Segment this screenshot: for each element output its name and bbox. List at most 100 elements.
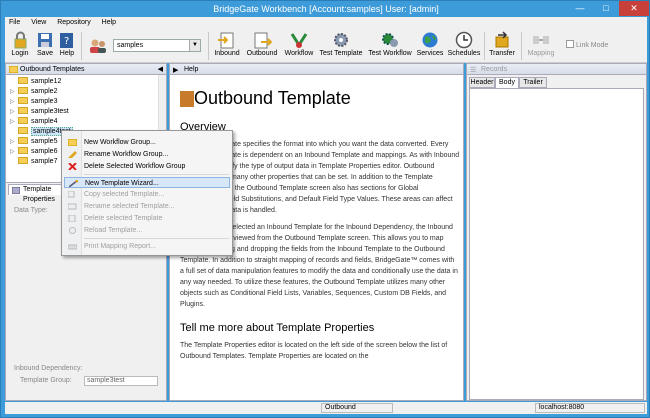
tree-item-sample7[interactable]: sample7 <box>10 157 57 167</box>
login-button[interactable]: Login <box>9 31 31 57</box>
menu-item-new-template-wizard[interactable]: New Template Wizard... <box>64 177 230 188</box>
reload-icon <box>68 227 77 234</box>
checkbox-icon <box>566 40 574 48</box>
status-bar: Outbound localhost:8080 <box>5 402 647 414</box>
mapping-button[interactable]: Mapping <box>526 31 556 57</box>
svg-text:?: ? <box>64 36 69 47</box>
test-template-button[interactable]: Test Template <box>318 31 364 57</box>
rename-icon <box>67 203 77 210</box>
clock-icon <box>454 31 474 49</box>
folder-icon <box>18 87 28 94</box>
menu-item-delete-template[interactable]: Delete selected Template <box>64 213 230 224</box>
toolbar-separator <box>81 32 82 60</box>
tree-item-sample12[interactable]: sample12 <box>10 77 61 87</box>
test-workflow-button[interactable]: Test Workflow <box>367 31 413 57</box>
tab-body[interactable]: Body <box>495 77 519 88</box>
menu-item-print-mapping-report[interactable]: Print Mapping Report... <box>64 241 230 252</box>
records-panel-header: ☰ Records <box>467 64 646 75</box>
menu-item-rename-template[interactable]: Rename selected Template... <box>64 201 230 212</box>
save-button[interactable]: Save <box>35 31 55 57</box>
workflow-button[interactable]: Workflow <box>282 31 316 57</box>
maximize-button[interactable]: □ <box>593 1 619 16</box>
workflow-icon <box>289 31 309 49</box>
link-mode-checkbox[interactable]: Link Mode <box>566 40 608 49</box>
tab-template-properties[interactable]: Template Properties <box>8 184 66 203</box>
copy-icon <box>67 190 77 198</box>
tree-item-sample6[interactable]: ▷ sample6 <box>10 147 57 157</box>
folder-icon <box>18 137 28 144</box>
users-icon <box>88 37 108 57</box>
folder-icon <box>18 97 28 104</box>
toolbar-separator <box>484 32 485 60</box>
lock-icon <box>10 31 30 49</box>
menu-separator <box>84 174 229 175</box>
pencil-icon <box>68 151 77 160</box>
book-icon <box>180 91 194 107</box>
delete-icon <box>68 214 77 223</box>
gears-icon <box>380 31 400 49</box>
templates-panel-header: Outbound Templates ◀ <box>6 64 166 75</box>
title-bar: BridgeGate Workbench [Account:samples] U… <box>1 1 650 17</box>
records-panel: ☰ Records Header Body Trailer <box>466 63 647 401</box>
help-tab-icon: ▶ <box>173 67 179 74</box>
records-icon: ☰ <box>470 67 477 74</box>
folder-icon <box>18 77 28 84</box>
menu-repository[interactable]: Repository <box>57 19 90 26</box>
tab-header[interactable]: Header <box>469 77 495 88</box>
menu-item-copy-template[interactable]: Copy selected Template... <box>64 189 230 200</box>
folder-icon <box>18 107 28 114</box>
chevron-down-icon: ▼ <box>189 40 200 51</box>
outbound-button[interactable]: Outbound <box>245 31 279 57</box>
inbound-button[interactable]: Inbound <box>212 31 242 57</box>
inbound-dependency-label: Inbound Dependency: <box>14 365 83 372</box>
menu-item-new-workflow-group[interactable]: New Workflow Group... <box>64 137 230 148</box>
transfer-button[interactable]: Transfer <box>487 31 517 57</box>
menu-view[interactable]: View <box>31 19 46 26</box>
window-title: BridgeGate Workbench [Account:samples] U… <box>213 4 439 14</box>
delete-icon <box>68 162 77 171</box>
template-group-field[interactable]: sample3test <box>84 376 158 386</box>
folder-icon <box>18 117 28 124</box>
collapse-icon[interactable]: ◀ <box>158 64 163 75</box>
menu-help[interactable]: Help <box>102 19 116 26</box>
records-body <box>469 88 644 400</box>
context-menu: New Workflow Group... Rename Workflow Gr… <box>61 130 233 256</box>
tab-trailer[interactable]: Trailer <box>519 77 547 88</box>
account-select[interactable]: samples ▼ <box>113 39 201 52</box>
help-panel-header: ▶ Help <box>170 64 463 75</box>
floppy-icon <box>35 31 55 49</box>
folder-add-icon <box>67 138 78 147</box>
services-button[interactable]: Services <box>415 31 445 57</box>
menu-item-delete-workflow-group[interactable]: Delete Selected Workflow Group <box>64 161 230 172</box>
globe-icon <box>420 31 440 49</box>
help-button[interactable]: ? Help <box>57 31 77 57</box>
tree-item-sample4[interactable]: ▷ sample4 <box>10 117 57 127</box>
folder-icon <box>18 127 28 134</box>
minimize-button[interactable]: — <box>567 1 593 16</box>
section-heading-template-properties: Tell me more about Template Properties <box>180 322 375 334</box>
wizard-icon <box>68 179 79 188</box>
outbound-icon <box>252 31 273 49</box>
menu-item-rename-workflow-group[interactable]: Rename Workflow Group... <box>64 149 230 160</box>
tree-item-sample3[interactable]: ▷ sample3 <box>10 97 57 107</box>
mapping-icon <box>531 31 551 49</box>
menu-item-reload-template[interactable]: Reload Template... <box>64 225 230 236</box>
tree-item-sample3test[interactable]: ▷ sample3test <box>10 107 69 117</box>
inbound-icon <box>217 31 237 49</box>
menu-file[interactable]: File <box>9 19 20 26</box>
status-server: localhost:8080 <box>535 403 645 413</box>
page-title: Outbound Template <box>180 88 460 109</box>
app-window: BridgeGate Workbench [Account:samples] U… <box>0 0 650 418</box>
toolbar: Login Save ? Help samples ▼ Inbound Outb… <box>5 29 647 63</box>
schedules-button[interactable]: Schedules <box>447 31 481 57</box>
toolbar-separator <box>208 32 209 60</box>
menu-bar: File View Repository Help <box>5 17 647 29</box>
paragraph: The Template Properties editor is locate… <box>180 342 448 360</box>
template-group-label: Template Group: <box>20 377 72 384</box>
data-type-label: Data Type: <box>14 207 48 214</box>
properties-icon <box>11 186 21 198</box>
tree-item-sample5[interactable]: ▷ sample5 <box>10 137 57 147</box>
tree-item-sample2[interactable]: ▷ sample2 <box>10 87 57 97</box>
menu-separator <box>84 238 229 239</box>
close-button[interactable]: ✕ <box>619 1 649 16</box>
